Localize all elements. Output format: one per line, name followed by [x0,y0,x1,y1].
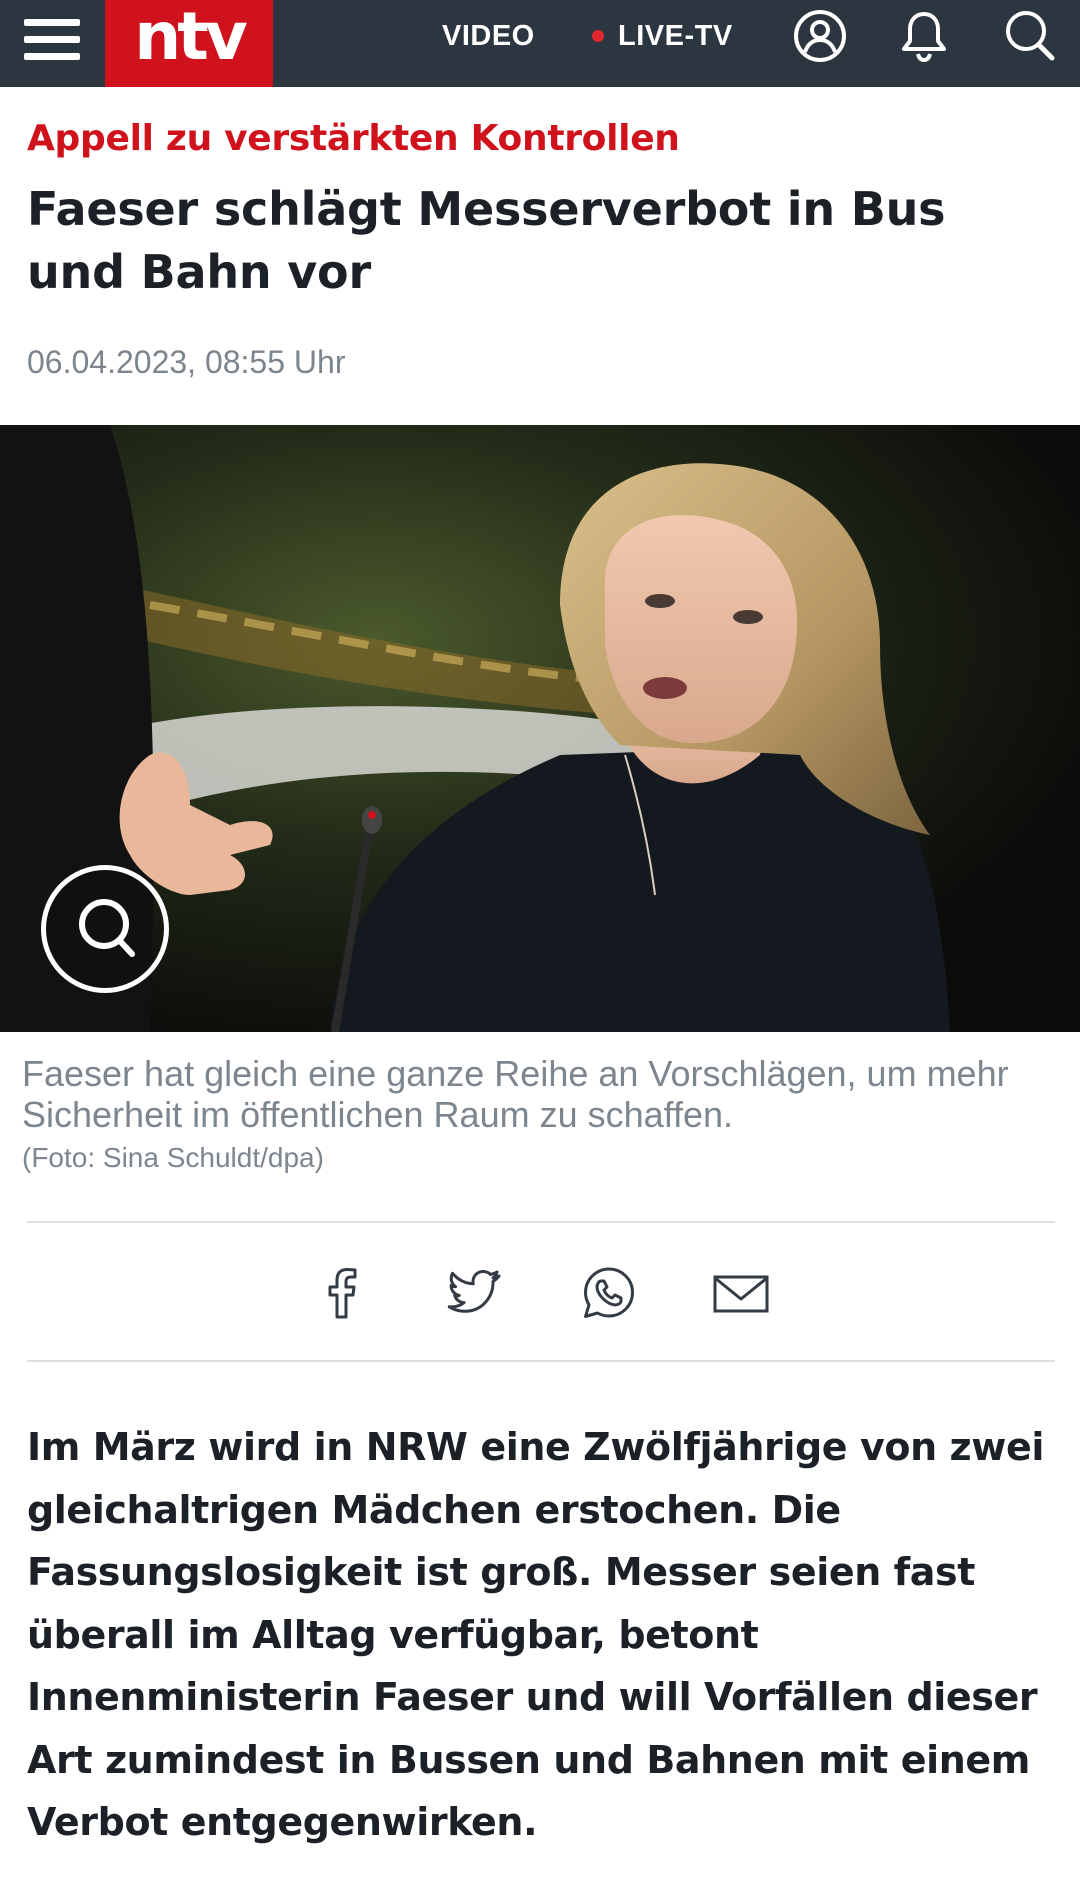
nav-live-tv-link[interactable]: LIVE-TV [592,0,733,72]
ntv-logo[interactable]: ntv [105,0,273,87]
mail-icon[interactable] [711,1263,771,1323]
nav-live-tv-label: LIVE-TV [618,19,733,52]
bell-icon[interactable] [896,8,952,64]
article-date: 06.04.2023, 08:55 Uhr [27,344,346,380]
search-icon[interactable] [1002,8,1058,64]
twitter-icon[interactable] [445,1263,505,1323]
share-divider-bottom [27,1360,1055,1362]
image-credit: (Foto: Sina Schuldt/dpa) [22,1142,324,1173]
share-divider-top [27,1221,1055,1223]
article-headline: Faeser schlägt Messerverbot in Bus und B… [27,182,946,299]
nav-video-link[interactable]: VIDEO [442,0,535,72]
article-kicker: Appell zu verstärkten Kontrollen [27,118,680,159]
menu-icon[interactable] [24,10,82,68]
zoom-icon[interactable] [41,865,169,993]
magnifier-glyph [79,899,135,957]
top-navigation-bar: ntv VIDEO LIVE-TV [0,0,1080,87]
live-indicator-dot [592,30,604,42]
whatsapp-icon[interactable] [579,1263,639,1323]
user-icon[interactable] [792,8,848,64]
article-teaser: Im März wird in NRW eine Zwölfjährige vo… [27,1425,1044,1844]
logo-text: ntv [134,0,248,75]
facebook-icon[interactable] [312,1263,372,1323]
image-caption: Faeser hat gleich eine ganze Reihe an Vo… [22,1053,1009,1135]
